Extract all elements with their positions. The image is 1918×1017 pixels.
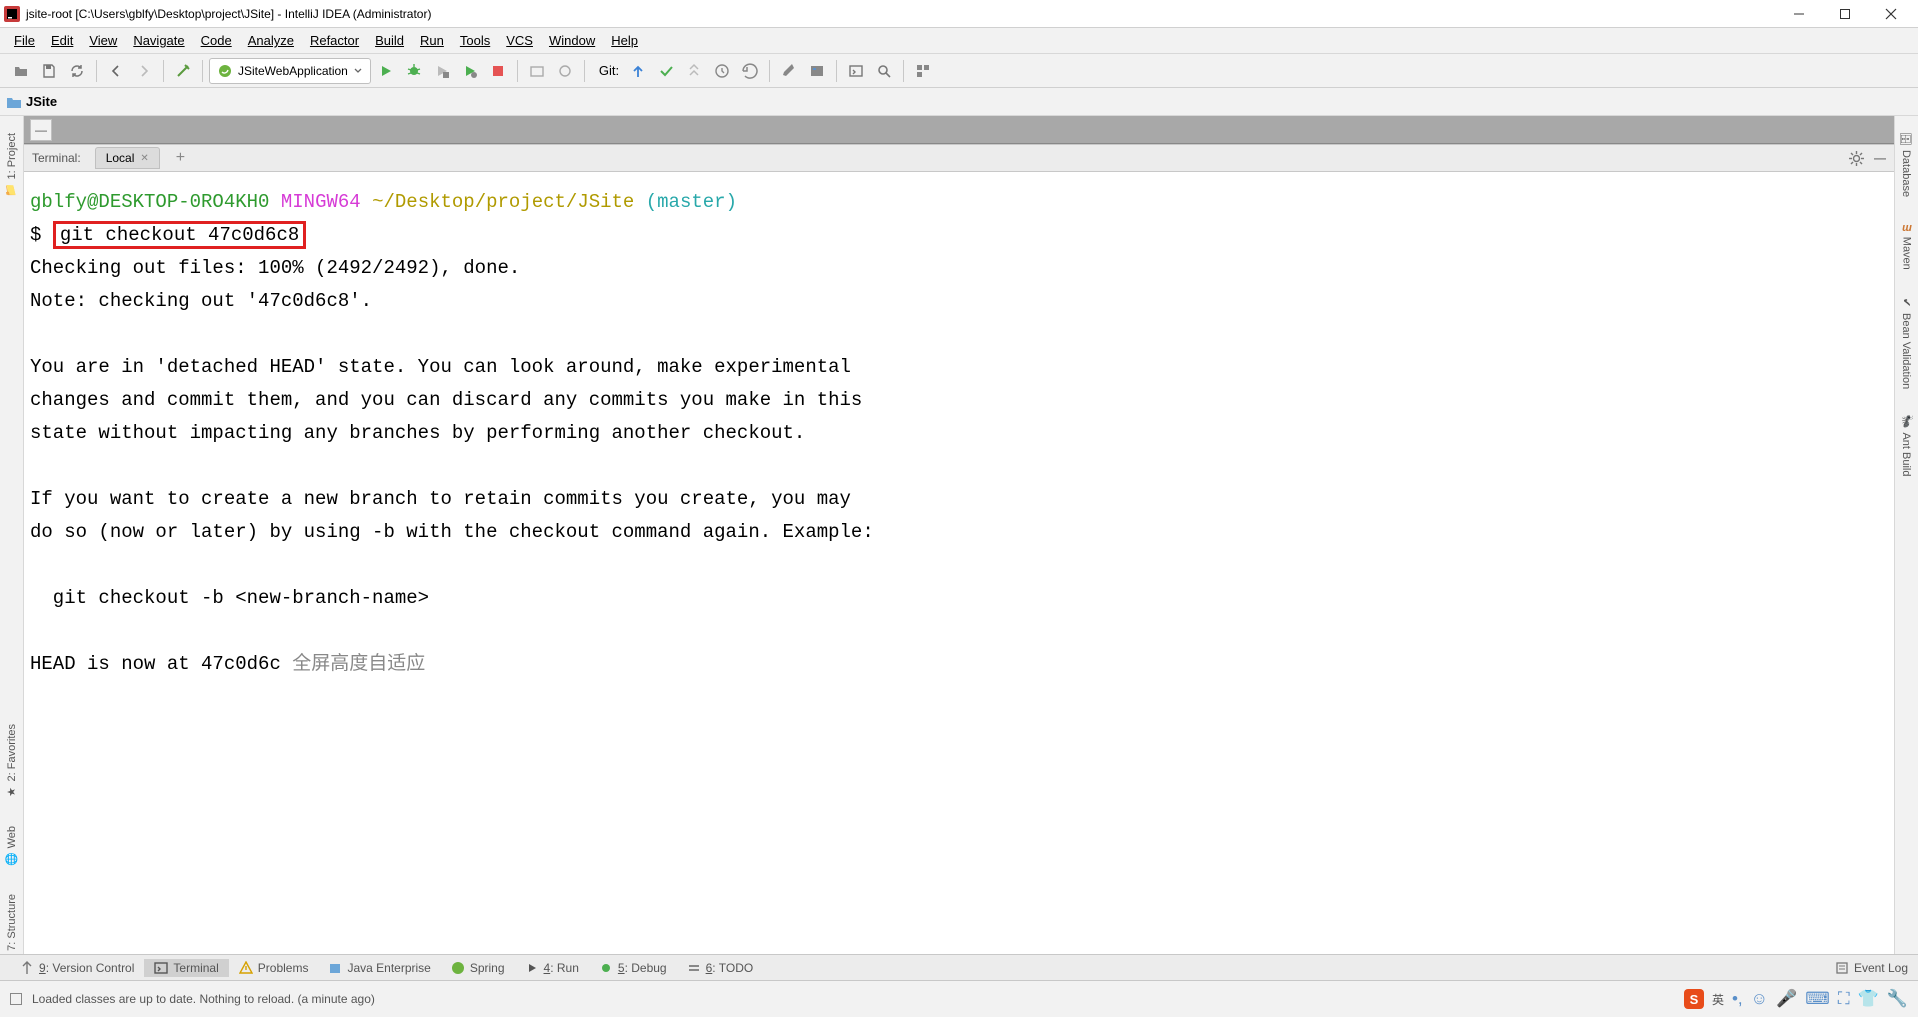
ime-skin-icon[interactable]: ⛶: [1838, 989, 1850, 1009]
main-toolbar: JSiteWebApplication Git:: [0, 54, 1918, 88]
forward-icon[interactable]: [131, 58, 157, 84]
terminal-label: Terminal:: [32, 151, 81, 165]
toolwindow-bean-validation[interactable]: ✔Bean Validation: [1898, 286, 1915, 399]
folder-icon: [6, 95, 22, 109]
coverage-icon[interactable]: [429, 58, 455, 84]
menu-edit[interactable]: Edit: [43, 30, 81, 51]
sogou-ime-icon[interactable]: S: [1684, 989, 1704, 1009]
toolwindows-toggle-icon[interactable]: [10, 993, 22, 1005]
editor-minimize-icon[interactable]: —: [30, 119, 52, 141]
git-history-icon[interactable]: [709, 58, 735, 84]
hide-toolwindow-icon[interactable]: —: [1874, 151, 1886, 165]
debug-icon[interactable]: [401, 58, 427, 84]
new-terminal-tab-icon[interactable]: +: [176, 149, 185, 167]
back-icon[interactable]: [103, 58, 129, 84]
spring-icon: [218, 64, 232, 78]
ime-emoji-icon[interactable]: ☺: [1751, 989, 1768, 1009]
event-log-button[interactable]: Event Log: [1835, 961, 1908, 975]
toolwindow-problems[interactable]: Problems: [229, 959, 319, 977]
menu-navigate[interactable]: Navigate: [125, 30, 192, 51]
save-icon[interactable]: [36, 58, 62, 84]
editor-tabs-empty: —: [24, 116, 1894, 144]
terminal-tab-local[interactable]: Local ✕: [95, 147, 160, 169]
run-anything-icon[interactable]: [843, 58, 869, 84]
menu-view[interactable]: View: [81, 30, 125, 51]
toolwindow-spring[interactable]: Spring: [441, 959, 515, 977]
ime-keyboard-icon[interactable]: ⌨: [1805, 989, 1830, 1009]
stop-icon[interactable]: [485, 58, 511, 84]
ime-tool-icon[interactable]: 🔧: [1887, 989, 1908, 1009]
run-config-selector[interactable]: JSiteWebApplication: [209, 58, 371, 84]
git-compare-icon[interactable]: [681, 58, 707, 84]
structure-popup-icon[interactable]: [910, 58, 936, 84]
toolwindow-debug[interactable]: 5: Debug: [589, 959, 677, 977]
open-icon[interactable]: [8, 58, 34, 84]
menu-analyze[interactable]: Analyze: [240, 30, 302, 51]
window-titlebar: jsite-root [C:\Users\gblfy\Desktop\proje…: [0, 0, 1918, 28]
menu-vcs[interactable]: VCS: [498, 30, 541, 51]
maximize-button[interactable]: [1822, 1, 1868, 27]
menu-bar: File Edit View Navigate Code Analyze Ref…: [0, 28, 1918, 54]
bottom-toolwindow-bar: 9: Version Control Terminal Problems Jav…: [0, 954, 1918, 980]
project-structure-icon[interactable]: [804, 58, 830, 84]
toolwindow-todo[interactable]: 6: TODO: [677, 959, 764, 977]
ime-tshirt-icon[interactable]: 👕: [1858, 989, 1879, 1009]
menu-run[interactable]: Run: [412, 30, 452, 51]
ime-indicator: S 英 •, ☺ 🎤 ⌨ ⛶ 👕 🔧: [1684, 989, 1908, 1009]
toolwindow-terminal[interactable]: Terminal: [144, 959, 228, 977]
status-bar: Loaded classes are up to date. Nothing t…: [0, 980, 1918, 1017]
git-update-icon[interactable]: [625, 58, 651, 84]
settings-icon[interactable]: [776, 58, 802, 84]
highlighted-command: git checkout 47c0d6c8: [53, 221, 306, 249]
ime-punct-icon[interactable]: •,: [1732, 989, 1743, 1009]
run-icon[interactable]: [373, 58, 399, 84]
chevron-down-icon: [354, 67, 362, 75]
app-icon: [4, 6, 20, 22]
toolwindow-favorites[interactable]: ★2: Favorites: [2, 713, 21, 809]
menu-tools[interactable]: Tools: [452, 30, 498, 51]
toolwindow-project[interactable]: 📁1: Project: [2, 122, 21, 208]
profile-icon[interactable]: [457, 58, 483, 84]
status-message: Loaded classes are up to date. Nothing t…: [32, 992, 375, 1006]
terminal-toolbar: Terminal: Local ✕ + —: [24, 144, 1894, 172]
search-everywhere-icon[interactable]: [871, 58, 897, 84]
toolwindow-maven[interactable]: mMaven: [1899, 213, 1915, 280]
navigation-bar: JSite: [0, 88, 1918, 116]
window-title: jsite-root [C:\Users\gblfy\Desktop\proje…: [26, 7, 1776, 21]
ime-lang[interactable]: 英: [1712, 991, 1724, 1008]
terminal-settings-icon[interactable]: [1849, 151, 1864, 166]
close-button[interactable]: [1868, 1, 1914, 27]
menu-refactor[interactable]: Refactor: [302, 30, 367, 51]
terminal-output[interactable]: gblfy@DESKTOP-0RO4KH0 MINGW64 ~/Desktop/…: [24, 172, 1894, 980]
menu-build[interactable]: Build: [367, 30, 412, 51]
git-rollback-icon[interactable]: [737, 58, 763, 84]
menu-help[interactable]: Help: [603, 30, 646, 51]
minimize-button[interactable]: [1776, 1, 1822, 27]
menu-code[interactable]: Code: [193, 30, 240, 51]
toolwindow-database[interactable]: 🗄Database: [1898, 122, 1915, 207]
build-icon[interactable]: [170, 58, 196, 84]
menu-file[interactable]: File: [6, 30, 43, 51]
toolwindow-ant[interactable]: 🐜Ant Build: [1898, 405, 1915, 486]
attach-icon[interactable]: [524, 58, 550, 84]
right-toolwindow-stripe: 🗄Database mMaven ✔Bean Validation 🐜Ant B…: [1894, 116, 1918, 980]
left-toolwindow-stripe: 📁1: Project ★2: Favorites 🌐Web ⧉7: Struc…: [0, 116, 24, 980]
breadcrumb-root[interactable]: JSite: [26, 94, 57, 109]
git-label: Git:: [599, 63, 619, 78]
run-config-label: JSiteWebApplication: [238, 64, 348, 78]
toolwindow-javaee[interactable]: Java Enterprise: [318, 959, 440, 977]
sync-icon[interactable]: [64, 58, 90, 84]
menu-window[interactable]: Window: [541, 30, 603, 51]
git-commit-icon[interactable]: [653, 58, 679, 84]
toolwindow-run[interactable]: 4: Run: [515, 959, 589, 977]
toolwindow-web[interactable]: 🌐Web: [2, 815, 21, 877]
reload-icon[interactable]: [552, 58, 578, 84]
toolwindow-vcs[interactable]: 9: Version Control: [10, 959, 144, 977]
ime-mic-icon[interactable]: 🎤: [1776, 989, 1797, 1009]
close-tab-icon[interactable]: ✕: [140, 153, 148, 164]
